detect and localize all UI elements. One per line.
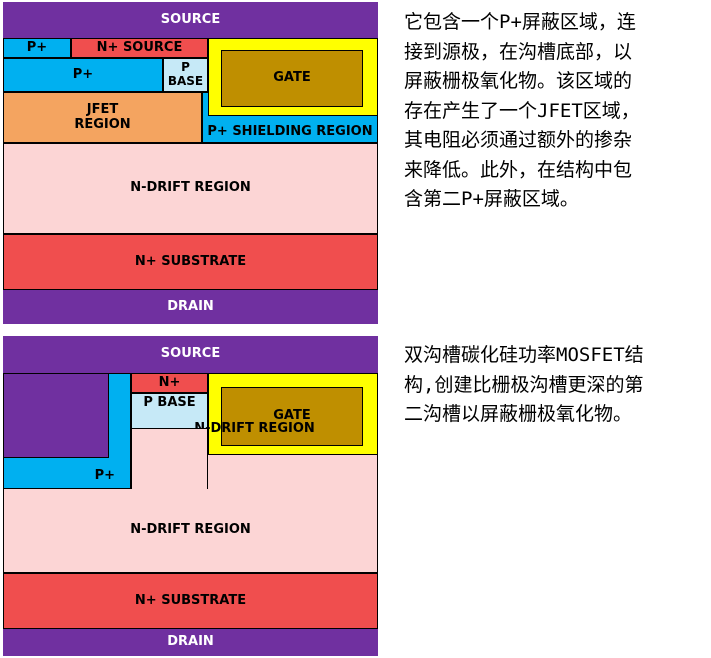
source-trench	[3, 373, 109, 458]
caption-shielded-structure: 它包含一个P+屏蔽区域，连 接到源极，在沟槽底部，以 屏蔽栅极氧化物。该区域的 …	[404, 11, 640, 210]
n-drift-region	[208, 455, 378, 489]
n-plus-source-region: N+ SOURCE	[71, 38, 208, 58]
drain-region: DRAIN	[3, 290, 378, 324]
drain-region: DRAIN	[3, 629, 378, 656]
p-plus-top-region: P+	[3, 38, 71, 58]
n-plus-substrate-region: N+ SUBSTRATE	[3, 234, 378, 290]
p-plus-left-region: P+	[3, 58, 163, 92]
source-region: SOURCE	[3, 2, 378, 38]
caption-double-trench-structure: 双沟槽碳化硅功率MOSFET结 构,创建比栅极沟槽更深的第 二沟槽以屏蔽栅极氧化…	[404, 344, 644, 425]
gate-region: GATE	[221, 387, 363, 446]
n-drift-region	[131, 429, 208, 489]
n-drift-region: N-DRIFT REGION	[3, 143, 378, 234]
n-plus-substrate-region: N+ SUBSTRATE	[3, 573, 378, 629]
p-base-region: P BASE	[163, 58, 208, 92]
jfet-region: JFET REGION	[3, 92, 202, 143]
n-drift-region-main: N-DRIFT REGION	[3, 489, 378, 573]
source-region: SOURCE	[3, 336, 378, 373]
n-plus-region: N+	[131, 373, 208, 393]
gate-region: GATE	[221, 50, 363, 107]
mosfet-diagram-shielded: SOURCE P+ N+ SOURCE P+ P BASE JFET REGIO…	[3, 2, 378, 324]
mosfet-diagram-double-trench: SOURCE P+ N+ P BASE GATE N-DRIFT REGION …	[3, 336, 378, 658]
